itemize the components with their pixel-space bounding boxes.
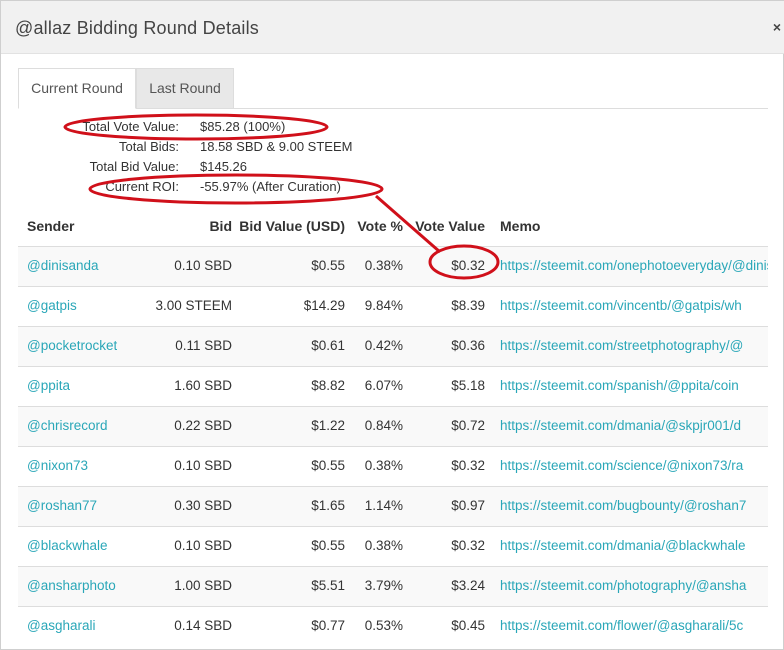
modal-title: @allaz Bidding Round Details xyxy=(15,18,260,38)
vote-pct-cell: 9.84% xyxy=(364,298,403,313)
table-row: @ansharphoto 1.00 SBD $5.51 3.79% $3.24 https… xyxy=(18,566,768,606)
sender-link[interactable]: @ansharphoto xyxy=(27,578,116,593)
header-bid-value: Bid Value (USD) xyxy=(239,218,345,234)
bid-cell: 0.30 SBD xyxy=(174,498,232,513)
bid-cell: 1.00 SBD xyxy=(174,578,232,593)
header-vote-value: Vote Value xyxy=(415,218,485,234)
bid-cell: 1.60 SBD xyxy=(174,378,232,393)
header-memo: Memo xyxy=(500,218,541,234)
memo-link[interactable]: https://steemit.com/dmania/@blackwhale xyxy=(500,538,768,553)
sender-link[interactable]: @chrisrecord xyxy=(27,418,107,433)
sender-link[interactable]: @roshan77 xyxy=(27,498,97,513)
vote-value-cell: $5.18 xyxy=(451,378,485,393)
summary-total-bid-value: Total Bid Value: $145.26 xyxy=(1,159,784,177)
table-row: @blackwhale 0.10 SBD $0.55 0.38% $0.32 https:… xyxy=(18,526,768,566)
summary-value: -55.97% (After Curation) xyxy=(200,179,341,194)
bid-cell: 0.11 SBD xyxy=(175,338,232,353)
header-vote-pct: Vote % xyxy=(357,218,403,234)
table-row: @roshan77 0.30 SBD $1.65 1.14% $0.97 https://… xyxy=(18,486,768,526)
vote-value-cell: $0.32 xyxy=(451,538,485,553)
sender-link[interactable]: @nixon73 xyxy=(27,458,88,473)
summary-current-roi: Current ROI: -55.97% (After Curation) xyxy=(1,179,784,197)
bid-value-cell: $0.55 xyxy=(311,458,345,473)
summary-total-vote-value: Total Vote Value: $85.28 (100%) xyxy=(1,119,784,137)
sender-link[interactable]: @asgharali xyxy=(27,618,96,633)
bid-cell: 0.10 SBD xyxy=(174,258,232,273)
bid-cell: 3.00 STEEM xyxy=(155,298,232,313)
bid-value-cell: $5.51 xyxy=(311,578,345,593)
header-bid: Bid xyxy=(209,218,232,234)
memo-link[interactable]: https://steemit.com/onephotoeveryday/@di… xyxy=(500,258,768,273)
vote-pct-cell: 0.38% xyxy=(364,258,403,273)
bid-value-cell: $0.55 xyxy=(311,258,345,273)
memo-link[interactable]: https://steemit.com/vincentb/@gatpis/wh xyxy=(500,298,768,313)
bid-value-cell: $8.82 xyxy=(311,378,345,393)
summary-value: $145.26 xyxy=(200,159,247,174)
bid-value-cell: $0.61 xyxy=(311,338,345,353)
memo-link[interactable]: https://steemit.com/photography/@ansha xyxy=(500,578,768,593)
round-tabs: Current Round Last Round xyxy=(18,68,768,109)
memo-link[interactable]: https://steemit.com/bugbounty/@roshan7 xyxy=(500,498,768,513)
table-row: @nixon73 0.10 SBD $0.55 0.38% $0.32 https://s… xyxy=(18,446,768,486)
bid-value-cell: $0.77 xyxy=(311,618,345,633)
bid-value-cell: $1.22 xyxy=(311,418,345,433)
memo-link[interactable]: https://steemit.com/spanish/@ppita/coin xyxy=(500,378,768,393)
memo-link[interactable]: https://steemit.com/dmania/@skpjr001/d xyxy=(500,418,768,433)
vote-value-cell: $0.32 xyxy=(451,458,485,473)
sender-link[interactable]: @dinisanda xyxy=(27,258,99,273)
bidding-round-modal: @allaz Bidding Round Details × Current R… xyxy=(0,0,784,650)
vote-value-cell: $8.39 xyxy=(451,298,485,313)
vote-pct-cell: 1.14% xyxy=(364,498,403,513)
vote-value-cell: $0.97 xyxy=(451,498,485,513)
sender-link[interactable]: @gatpis xyxy=(27,298,77,313)
table-row: @dinisanda 0.10 SBD $0.55 0.38% $0.32 https:/… xyxy=(18,246,768,286)
bid-value-cell: $14.29 xyxy=(303,298,345,313)
vote-value-cell: $0.36 xyxy=(451,338,485,353)
header-sender: Sender xyxy=(27,218,75,234)
tab-current-round[interactable]: Current Round xyxy=(18,68,136,109)
vote-pct-cell: 0.42% xyxy=(364,338,403,353)
vote-value-cell: $0.45 xyxy=(451,618,485,633)
summary-total-bids: Total Bids: 18.58 SBD & 9.00 STEEM xyxy=(1,139,784,157)
vote-pct-cell: 6.07% xyxy=(364,378,403,393)
sender-link[interactable]: @blackwhale xyxy=(27,538,108,553)
summary-label: Current ROI: xyxy=(105,179,179,194)
vote-pct-cell: 3.79% xyxy=(364,578,403,593)
vote-pct-cell: 0.38% xyxy=(364,538,403,553)
table-row: @ppita 1.60 SBD $8.82 6.07% $5.18 https://ste… xyxy=(18,366,768,406)
bid-cell: 0.14 SBD xyxy=(174,618,232,633)
vote-value-cell: $3.24 xyxy=(451,578,485,593)
vote-value-cell: $0.32 xyxy=(451,258,485,273)
table-row: @gatpis 3.00 STEEM $14.29 9.84% $8.39 https:/… xyxy=(18,286,768,326)
sender-link[interactable]: @ppita xyxy=(27,378,70,393)
summary-label: Total Vote Value: xyxy=(82,119,179,134)
memo-link[interactable]: https://steemit.com/streetphotography/@ xyxy=(500,338,768,353)
bid-value-cell: $1.65 xyxy=(311,498,345,513)
summary-value: $85.28 (100%) xyxy=(200,119,286,134)
tab-last-round[interactable]: Last Round xyxy=(136,68,234,109)
vote-value-cell: $0.72 xyxy=(451,418,485,433)
summary-label: Total Bid Value: xyxy=(89,159,179,174)
table-row: @asgharali 0.14 SBD $0.77 0.53% $0.45 https:/… xyxy=(18,606,768,646)
table-header: Sender Bid Bid Value (USD) Vote % Vote V… xyxy=(18,206,768,246)
memo-link[interactable]: https://steemit.com/science/@nixon73/ra xyxy=(500,458,768,473)
vote-pct-cell: 0.53% xyxy=(364,618,403,633)
bid-cell: 0.10 SBD xyxy=(174,458,232,473)
summary-label: Total Bids: xyxy=(119,139,179,154)
table-row: @chrisrecord 0.22 SBD $1.22 0.84% $0.72 https… xyxy=(18,406,768,446)
bid-cell: 0.22 SBD xyxy=(174,418,232,433)
memo-link[interactable]: https://steemit.com/flower/@asgharali/5c xyxy=(500,618,768,633)
summary-value: 18.58 SBD & 9.00 STEEM xyxy=(200,139,353,154)
bid-value-cell: $0.55 xyxy=(311,538,345,553)
sender-link[interactable]: @pocketrocket xyxy=(27,338,117,353)
vote-pct-cell: 0.38% xyxy=(364,458,403,473)
bid-cell: 0.10 SBD xyxy=(174,538,232,553)
close-button[interactable]: × xyxy=(773,19,781,35)
table-row: @pocketrocket 0.11 SBD $0.61 0.42% $0.36 http… xyxy=(18,326,768,366)
vote-pct-cell: 0.84% xyxy=(364,418,403,433)
modal-header: @allaz Bidding Round Details × xyxy=(1,1,784,54)
